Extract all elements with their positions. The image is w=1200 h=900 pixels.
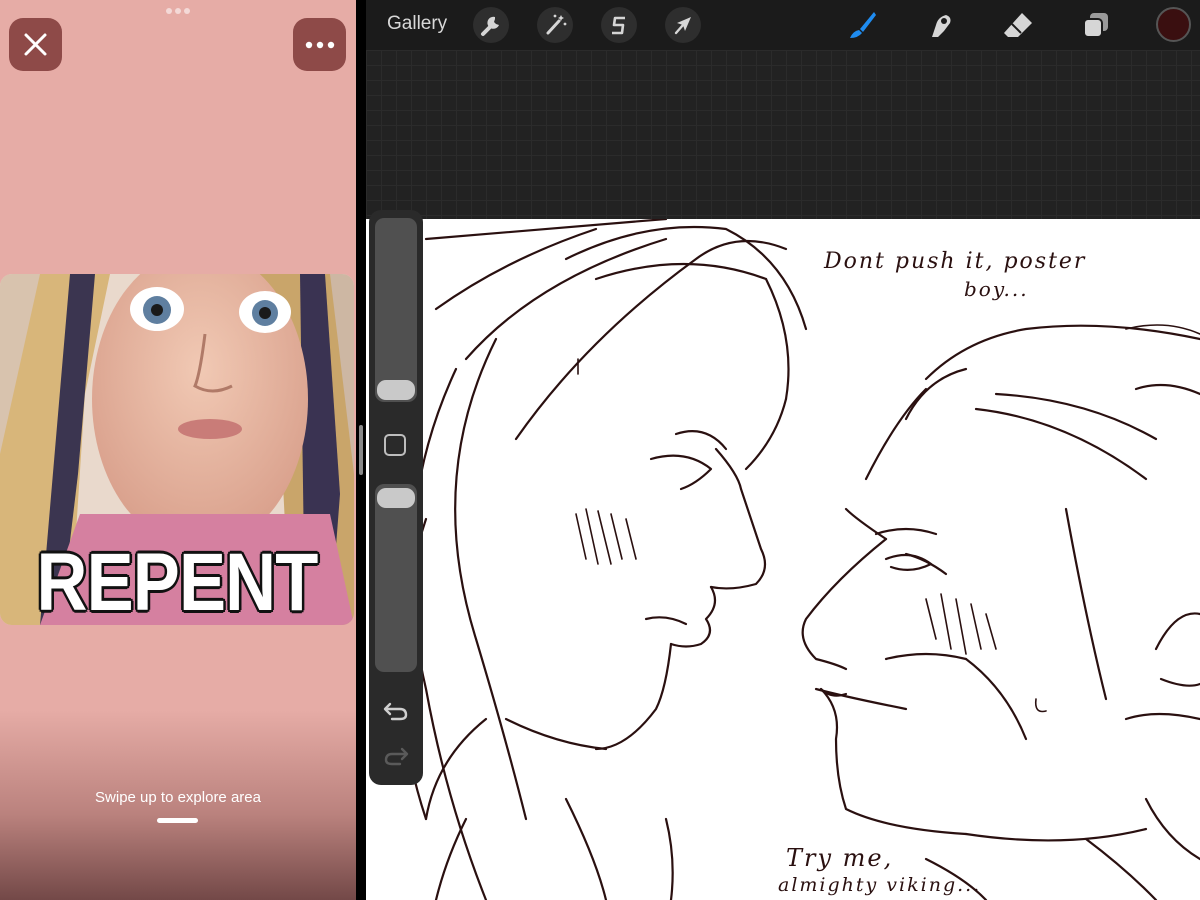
selection-s-icon xyxy=(612,16,625,35)
wrench-icon xyxy=(481,16,499,36)
transform-button[interactable] xyxy=(665,7,701,43)
multitask-drag-dots[interactable] xyxy=(166,8,190,14)
sketch-note-2: boy... xyxy=(964,277,1029,301)
meme-image[interactable]: REPENT xyxy=(0,274,354,625)
drawing-app-pane: Gallery Dont push it, poster boy... Try … xyxy=(366,0,1200,900)
meme-caption-text: REPENT xyxy=(36,537,319,625)
home-indicator-bar[interactable] xyxy=(157,818,198,823)
eraser-icon[interactable] xyxy=(1000,7,1036,43)
drawing-canvas[interactable]: Dont push it, poster boy... Try me, almi… xyxy=(366,219,1200,900)
adjustments-button[interactable] xyxy=(537,7,573,43)
opacity-slider[interactable] xyxy=(377,488,415,508)
arrow-cursor-icon xyxy=(674,17,691,35)
left-app-pane: REPENT Swipe up to explore area xyxy=(0,0,356,900)
magic-wand-icon xyxy=(546,14,567,35)
gallery-button[interactable]: Gallery xyxy=(387,13,447,35)
brush-size-track[interactable] xyxy=(375,218,417,402)
brush-icon[interactable] xyxy=(844,7,880,43)
sketch-illustration xyxy=(382,219,1200,900)
actions-button[interactable] xyxy=(473,7,509,43)
sketch-note-4: almighty viking... xyxy=(778,874,982,896)
layers-icon[interactable] xyxy=(1078,7,1114,43)
smudge-icon[interactable] xyxy=(922,7,958,43)
close-icon xyxy=(24,33,47,56)
more-options-button[interactable] xyxy=(293,18,346,71)
brush-sidebar xyxy=(369,210,423,785)
split-view-handle[interactable] xyxy=(359,425,363,475)
undo-icon[interactable] xyxy=(382,698,410,722)
sketch-note-3: Try me, xyxy=(786,844,894,872)
top-toolbar: Gallery xyxy=(366,0,1200,50)
swipe-up-hint: Swipe up to explore area xyxy=(95,789,261,806)
more-horizontal-icon xyxy=(305,41,335,49)
redo-icon[interactable] xyxy=(382,743,410,767)
sketch-note-1: Dont push it, poster xyxy=(824,249,1087,274)
brush-size-slider[interactable] xyxy=(377,380,415,400)
selection-button[interactable] xyxy=(601,7,637,43)
close-button[interactable] xyxy=(9,18,62,71)
opacity-track[interactable] xyxy=(375,484,417,672)
modify-button[interactable] xyxy=(384,434,406,456)
color-picker-swatch[interactable] xyxy=(1156,7,1191,42)
